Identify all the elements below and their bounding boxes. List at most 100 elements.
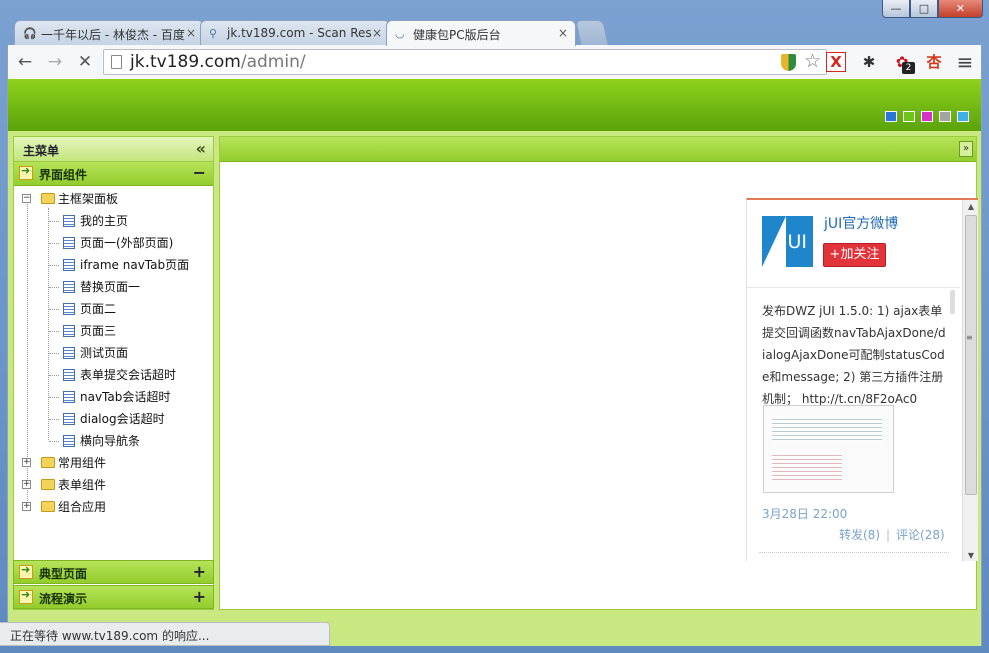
tree-leaf[interactable]: 页面三 xyxy=(14,320,213,342)
tree-leaf[interactable]: 横向导航条 xyxy=(14,430,213,452)
page-icon xyxy=(63,281,75,293)
tab-scan[interactable]: ⚲ jk.tv189.com - Scan Res × xyxy=(200,20,390,46)
header-banner xyxy=(8,79,981,131)
tree-label: iframe navTab页面 xyxy=(80,258,190,272)
tree-label: 测试页面 xyxy=(80,346,129,360)
url-text[interactable]: jk.tv189.com/admin/ xyxy=(130,52,306,72)
tree-toggle-icon[interactable]: − xyxy=(22,194,31,203)
jui-logo[interactable]: UI xyxy=(762,216,813,267)
spider-extension-icon[interactable]: ✱ xyxy=(858,51,880,73)
menu-icon[interactable]: ≡ xyxy=(954,51,976,73)
menu-tree: − 主框架面板 我的主页 页面一(外部页面) iframe navTab页面 替… xyxy=(14,186,213,554)
collapse-icon[interactable]: − xyxy=(193,163,206,182)
browser-window: — □ ✕ 🎧 一千年以后 - 林俊杰 - 百度 × ⚲ jk.tv189.co… xyxy=(0,0,989,653)
tree-leaf[interactable]: 替换页面一 xyxy=(14,276,213,298)
address-bar[interactable]: jk.tv189.com/admin/ ☆ xyxy=(103,49,827,75)
shield-icon[interactable] xyxy=(781,54,796,71)
scroll-thumb[interactable] xyxy=(965,215,977,495)
badge-count: 2 xyxy=(902,62,915,74)
tab-music[interactable]: 🎧 一千年以后 - 林俊杰 - 百度 × xyxy=(14,20,204,46)
tree-leaf[interactable]: iframe navTab页面 xyxy=(14,254,213,276)
widget-scrollbar[interactable]: ▲ ≡ ▼ xyxy=(962,200,978,561)
feed-scrollbar[interactable] xyxy=(950,290,955,314)
window-close-button[interactable]: ✕ xyxy=(938,0,983,18)
tab-title: 一千年以后 - 林俊杰 - 百度 xyxy=(41,28,185,42)
page-icon xyxy=(111,55,122,69)
folder-icon xyxy=(41,501,55,512)
tree-node-common[interactable]: + 常用组件 xyxy=(14,452,213,474)
tree-label: dialog会话超时 xyxy=(80,412,165,426)
tree-leaf[interactable]: navTab会话超时 xyxy=(14,386,213,408)
page-viewport: 主菜单 « 界面组件 − − 主框架面板 我的主页 页面一(外部页面) ifra… xyxy=(7,79,982,646)
scroll-down-icon[interactable]: ▼ xyxy=(963,549,978,561)
post-thumbnail[interactable] xyxy=(763,405,894,493)
accordion-ui-components[interactable]: 界面组件 − xyxy=(14,162,213,186)
theme-blue-swatch[interactable] xyxy=(885,111,897,122)
tree-node-main-frame[interactable]: − 主框架面板 xyxy=(14,188,213,210)
comment-link[interactable]: 评论(28) xyxy=(896,528,945,542)
follow-button[interactable]: +加关注 xyxy=(823,243,886,267)
navtab-header: » xyxy=(220,137,976,162)
post-time[interactable]: 3月28日 22:00 xyxy=(762,505,847,522)
expand-icon[interactable]: + xyxy=(193,587,206,606)
accordion-label: 流程演示 xyxy=(39,592,88,606)
tree-leaf[interactable]: 测试页面 xyxy=(14,342,213,364)
theme-switcher xyxy=(885,111,969,122)
repost-link[interactable]: 转发(8) xyxy=(839,528,880,542)
minimize-button[interactable]: — xyxy=(882,0,910,18)
x-extension-icon[interactable]: X xyxy=(826,52,846,72)
accordion-typical-pages[interactable]: 典型页面 + xyxy=(13,560,214,584)
theme-silver-swatch[interactable] xyxy=(939,111,951,122)
tab-more-icon[interactable]: » xyxy=(959,141,973,157)
accordion-workflow-demo[interactable]: 流程演示 + xyxy=(13,585,214,609)
theme-green-swatch[interactable] xyxy=(903,111,915,122)
sidebar-title: 主菜单 xyxy=(23,144,60,158)
theme-purple-swatch[interactable] xyxy=(921,111,933,122)
forward-button[interactable]: → xyxy=(44,52,66,74)
scroll-up-icon[interactable]: ▲ xyxy=(963,200,978,214)
page-icon xyxy=(63,215,75,227)
maximize-button[interactable]: □ xyxy=(910,0,938,18)
tree-label: 表单提交会话超时 xyxy=(80,368,177,382)
theme-azure-swatch[interactable] xyxy=(957,111,969,122)
tree-toggle-icon[interactable]: + xyxy=(22,480,31,489)
page-icon xyxy=(63,303,75,315)
tree-toggle-icon[interactable]: + xyxy=(22,458,31,467)
stop-button[interactable]: ✕ xyxy=(74,52,96,74)
page-icon xyxy=(63,391,75,403)
back-button[interactable]: ← xyxy=(14,52,36,74)
tree-leaf[interactable]: 页面二 xyxy=(14,298,213,320)
new-tab-button[interactable] xyxy=(575,20,609,46)
apricot-extension-icon[interactable]: 杏 xyxy=(923,51,945,73)
post-link[interactable]: http://t.cn/8F2oAc0 xyxy=(802,392,917,406)
sidebar: 主菜单 « 界面组件 − − 主框架面板 我的主页 页面一(外部页面) ifra… xyxy=(13,136,214,610)
page-icon xyxy=(63,325,75,337)
page-icon xyxy=(63,347,75,359)
tree-node-combined[interactable]: + 组合应用 xyxy=(14,496,213,518)
tree-node-forms[interactable]: + 表单组件 xyxy=(14,474,213,496)
arrow-folder-icon xyxy=(19,563,33,579)
page-icon xyxy=(63,369,75,381)
badge-extension-icon[interactable]: ✿ 2 xyxy=(891,51,915,74)
tab-admin[interactable]: ◡ 健康包PC版后台 × xyxy=(386,20,576,46)
sidebar-header: 主菜单 « xyxy=(14,137,213,162)
collapse-sidebar-icon[interactable]: « xyxy=(196,139,206,158)
arrow-folder-icon xyxy=(19,164,33,180)
tree-leaf[interactable]: 表单提交会话超时 xyxy=(14,364,213,386)
weibo-account-name[interactable]: jUI官方微博 xyxy=(824,213,898,233)
tab-close-icon[interactable]: × xyxy=(372,26,382,40)
bookmark-star-icon[interactable]: ☆ xyxy=(804,50,821,72)
expand-icon[interactable]: + xyxy=(193,562,206,581)
tree-leaf[interactable]: 页面一(外部页面) xyxy=(14,232,213,254)
tree-toggle-icon[interactable]: + xyxy=(22,502,31,511)
tab-title: 健康包PC版后台 xyxy=(413,28,501,42)
tree-leaf[interactable]: dialog会话超时 xyxy=(14,408,213,430)
tree-leaf[interactable]: 我的主页 xyxy=(14,210,213,232)
weibo-widget: UI jUI官方微博 +加关注 发布DWZ jUI 1.5.0: 1) ajax… xyxy=(746,198,978,561)
tab-close-icon[interactable]: × xyxy=(186,26,196,40)
tree-label: 页面二 xyxy=(80,302,117,316)
tab-close-icon[interactable]: × xyxy=(558,26,568,40)
grip-icon: ≡ xyxy=(966,333,973,342)
tree-label: navTab会话超时 xyxy=(80,390,171,404)
page-icon xyxy=(63,237,75,249)
